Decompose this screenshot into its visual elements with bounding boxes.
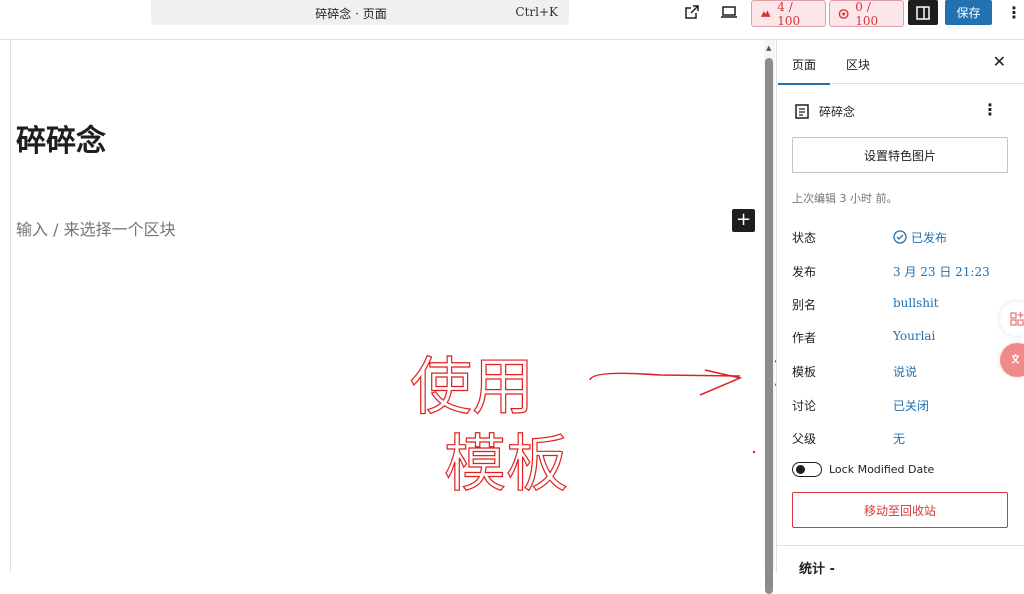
row-label: 模板	[792, 365, 817, 379]
ai-counter-pill-2[interactable]: 0 / 100	[829, 0, 904, 28]
row-label: 讨论	[792, 399, 817, 413]
discussion-value[interactable]: 已关闭	[893, 397, 929, 414]
page-actions-icon[interactable]: ⋮	[982, 100, 998, 119]
tab-page[interactable]: 页面	[777, 56, 831, 85]
stats-panel-header[interactable]: 统计 -	[777, 545, 1024, 577]
more-options-icon[interactable]: ⋮	[1006, 2, 1022, 22]
editor-scrollbar[interactable]: ▲	[764, 40, 775, 594]
editor-top-bar: 碎碎念 · 页面 Ctrl+K 4 / 100 0 / 100 保存 ⋮	[0, 0, 1024, 40]
flame-icon	[760, 9, 771, 17]
status-value-text: 已发布	[911, 231, 948, 245]
lock-modified-label: Lock Modified Date	[829, 463, 935, 476]
row-label: 父级	[792, 432, 817, 446]
scrollbar-thumb[interactable]	[765, 58, 773, 594]
ai-counter-pill-1[interactable]: 4 / 100	[751, 0, 826, 28]
command-palette-button[interactable]: 碎碎念 · 页面 Ctrl+K	[151, 0, 569, 25]
row-label: 状态	[792, 231, 817, 245]
preview-device-icon[interactable]	[719, 2, 739, 22]
slug-value[interactable]: bullshit	[893, 296, 939, 310]
command-label: 碎碎念 · 页面	[315, 7, 387, 21]
row-label: 别名	[792, 298, 817, 312]
status-value[interactable]: 已发布	[893, 229, 947, 246]
sidebar-tabs: 页面 区块 ✕	[777, 40, 1024, 85]
page-name: 碎碎念	[819, 105, 856, 119]
view-external-icon[interactable]	[682, 2, 702, 22]
lock-modified-toggle[interactable]	[792, 462, 822, 477]
ai-counter-1: 4 / 100	[777, 0, 801, 28]
save-button[interactable]: 保存	[945, 0, 992, 25]
published-check-icon	[893, 230, 907, 244]
page-summary-header: 碎碎念	[795, 103, 855, 120]
add-block-button[interactable]: +	[732, 209, 755, 232]
settings-sidebar: 页面 区块 ✕ 碎碎念 ⋮ 设置特色图片 上次编辑 3 小时 前。 状态 已发布…	[776, 40, 1024, 577]
row-label: 发布	[792, 265, 817, 279]
last-edited-text: 上次编辑 3 小时 前。	[792, 192, 898, 205]
command-shortcut: Ctrl+K	[515, 5, 558, 19]
publish-date-value[interactable]: 3 月 23 日 21:23	[893, 263, 990, 280]
template-value[interactable]: 说说	[893, 363, 917, 380]
at-sign-icon	[838, 8, 849, 19]
row-label: 作者	[792, 331, 817, 345]
stats-label: 统计 -	[799, 562, 835, 577]
page-icon	[795, 104, 809, 119]
set-featured-image-button[interactable]: 设置特色图片	[792, 137, 1008, 173]
settings-panel-toggle-icon[interactable]	[908, 0, 938, 25]
annotation-text-1: 使用	[410, 350, 534, 423]
close-icon[interactable]: ✕	[993, 52, 1006, 71]
author-value[interactable]: Yourlai	[893, 329, 935, 343]
post-title[interactable]: 碎碎念	[16, 116, 106, 160]
ai-counter-2: 0 / 100	[855, 0, 879, 28]
annotation-text-2: 模板	[444, 427, 568, 500]
block-placeholder[interactable]: 输入 / 来选择一个区块	[16, 216, 176, 240]
move-to-trash-button[interactable]: 移动至回收站	[792, 492, 1008, 528]
parent-value[interactable]: 无	[893, 430, 905, 447]
tab-block[interactable]: 区块	[846, 56, 870, 73]
scroll-up-icon[interactable]: ▲	[766, 44, 771, 52]
